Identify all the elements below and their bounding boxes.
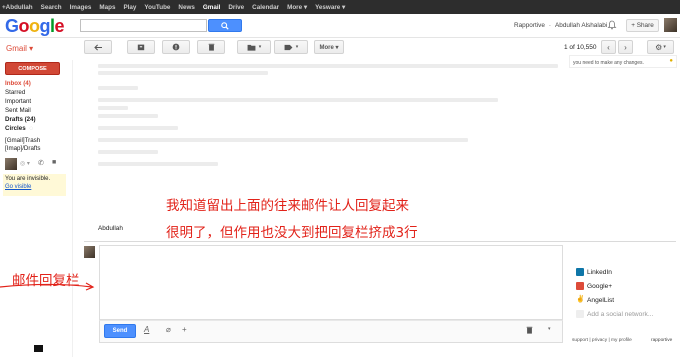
rapportive-link[interactable]: Rapportive (514, 22, 545, 29)
social-linkedin[interactable]: LinkedIn (576, 268, 612, 276)
compose-button[interactable]: COMPOSE (5, 62, 60, 75)
video-icon[interactable]: ■ (52, 159, 56, 166)
chat-avatar[interactable] (5, 158, 17, 170)
topbar-link-more[interactable]: More ▾ (287, 4, 307, 11)
insert-plus-icon[interactable]: + (182, 325, 187, 334)
invisible-text: You are invisible. (5, 176, 51, 182)
chevron-right-icon: › (624, 42, 627, 52)
nav-item-inbox[interactable]: Inbox (4) (5, 80, 31, 87)
nav-item-circles[interactable]: Circles ◌ (5, 125, 33, 132)
social-googleplus-label: Google+ (587, 282, 613, 290)
chevron-down-icon: ▾ (295, 44, 299, 50)
formatting-icon[interactable]: A (144, 325, 149, 334)
gmail-header: Google Rapportive · Abdullah Alshalabi + S… (0, 14, 680, 38)
topbar-link-youtube[interactable]: YouTube (144, 4, 170, 11)
nav-item-sent[interactable]: Sent Mail (5, 107, 31, 114)
report-spam-icon (172, 43, 180, 51)
nav-item-gmail-trash[interactable]: [Gmail]Trash (5, 137, 40, 144)
move-to-button[interactable]: ▾ (237, 40, 271, 54)
send-button[interactable]: Send (104, 324, 136, 338)
nav-item-starred[interactable]: Starred (5, 89, 25, 96)
annotation-line-1: 我知道留出上面的往来邮件让人回复起来 (166, 198, 409, 214)
google-plus-icon (576, 282, 584, 290)
social-angellist[interactable]: ✌ AngelList (576, 296, 614, 304)
user-avatar[interactable] (664, 18, 677, 32)
sender-name: Abdullah (98, 225, 123, 232)
chat-invisible-notice: You are invisible. Go visible (3, 174, 66, 196)
share-button[interactable]: + Share (626, 19, 659, 32)
archive-button[interactable] (127, 40, 155, 54)
topbar-link-play[interactable]: Play (123, 4, 136, 11)
topbar-link-gmail[interactable]: Gmail (203, 4, 221, 11)
topbar-link-drive[interactable]: Drive (228, 4, 244, 11)
nav-item-circles-label: Circles (5, 125, 26, 132)
divider (72, 60, 73, 357)
lightbulb-icon: ● (669, 58, 673, 64)
older-button[interactable]: › (618, 40, 633, 54)
more-actions-button[interactable]: More ▾ (314, 40, 344, 54)
angellist-icon: ✌ (576, 296, 585, 304)
nav-item-imap-drafts[interactable]: [Imap]/Drafts (5, 145, 40, 152)
folder-icon (247, 44, 256, 51)
topbar-link-news[interactable]: News (178, 4, 194, 11)
newer-button[interactable]: ‹ (601, 40, 616, 54)
add-social-label: Add a social network... (587, 310, 654, 318)
google-top-bar: +Abdullah Search Images Maps Play YouTub… (0, 0, 680, 14)
trash-icon (208, 43, 214, 51)
back-arrow-icon (93, 44, 102, 50)
back-to-inbox-button[interactable] (84, 40, 112, 54)
report-spam-button[interactable] (162, 40, 190, 54)
nav-item-drafts[interactable]: Drafts (24) (5, 116, 36, 123)
chevron-left-icon: ‹ (607, 42, 610, 52)
nav-item-important[interactable]: Important (5, 98, 31, 105)
reply-recipients-field[interactable] (99, 245, 563, 267)
topbar-link-profile[interactable]: +Abdullah (2, 4, 33, 11)
topbar-link-calendar[interactable]: Calendar (252, 4, 279, 11)
user-name-link[interactable]: Abdullah Alshalabi (555, 22, 607, 29)
reply-body-field[interactable] (99, 266, 563, 320)
reply-avatar (84, 246, 95, 258)
chat-bubble-icon[interactable] (34, 345, 43, 352)
rapportive-brand: rapportive (651, 338, 673, 343)
discard-draft-icon[interactable] (526, 326, 533, 334)
chevron-down-icon: ▾ (258, 44, 262, 50)
topbar-link-search[interactable]: Search (41, 4, 62, 11)
chevron-down-icon[interactable]: ▾ (548, 326, 551, 332)
search-button[interactable] (208, 19, 242, 32)
rapportive-notice: you need to make any changes. ● (569, 55, 677, 68)
social-angellist-label: AngelList (587, 296, 615, 304)
add-icon (576, 310, 584, 318)
annotation-line-2: 很明了，但作用也没大到把回复栏挤成3行 (166, 225, 418, 241)
search-icon (221, 21, 229, 30)
label-icon (284, 44, 293, 50)
social-googleplus[interactable]: Google+ (576, 282, 612, 290)
social-linkedin-label: LinkedIn (587, 268, 612, 276)
linkedin-icon (576, 268, 584, 276)
settings-button[interactable]: ⚙ ▾ (647, 40, 674, 54)
gear-icon: ⚙ (655, 42, 663, 52)
notification-bell-icon[interactable] (607, 20, 617, 30)
circles-expand-icon: ◌ (29, 125, 34, 132)
reply-divider (84, 241, 676, 242)
phone-icon[interactable]: ✆ (38, 159, 44, 167)
topbar-link-maps[interactable]: Maps (99, 4, 115, 11)
rapportive-footer-links[interactable]: support | privacy | my profile (572, 338, 632, 343)
add-social-network[interactable]: Add a social network... (576, 310, 653, 318)
topbar-link-images[interactable]: Images (70, 4, 92, 11)
delete-button[interactable] (197, 40, 225, 54)
labels-button[interactable]: ▾ (274, 40, 308, 54)
search-input[interactable] (80, 19, 207, 32)
page-count: 1 of 10,550 (564, 44, 597, 51)
chevron-down-icon: ▾ (663, 44, 666, 50)
go-visible-link[interactable]: Go visible (5, 184, 64, 192)
topbar-link-yesware[interactable]: Yesware ▾ (315, 4, 345, 11)
header-user-area: Rapportive · Abdullah Alshalabi (514, 22, 608, 29)
annotation-arrow-icon (0, 282, 95, 291)
attach-icon[interactable]: ⌀ (166, 325, 171, 334)
archive-icon (137, 44, 145, 51)
chat-status-icon[interactable]: ◎ ▾ (20, 160, 30, 167)
gmail-menu[interactable]: Gmail ▾ (6, 44, 33, 53)
google-logo[interactable]: Google (5, 16, 65, 37)
rapportive-notice-text: you need to make any changes. (573, 60, 644, 66)
